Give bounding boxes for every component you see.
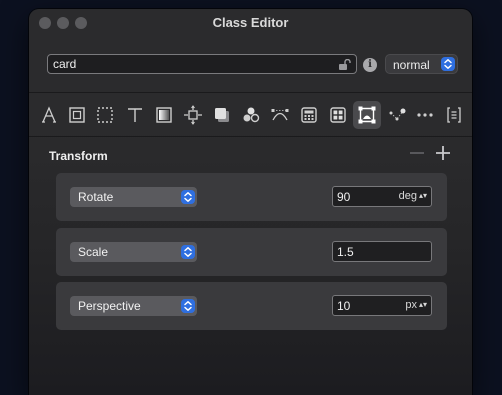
calculator-icon[interactable] bbox=[295, 101, 323, 129]
unit-stepper-icon: ▴▾ bbox=[418, 191, 427, 200]
perspective-value-field[interactable]: px▴▾ bbox=[332, 295, 432, 316]
section-title: Transform bbox=[49, 149, 108, 163]
shadow-icon[interactable] bbox=[208, 101, 236, 129]
node-dots-icon[interactable] bbox=[383, 101, 411, 129]
spacing-icon[interactable] bbox=[179, 101, 207, 129]
state-select-value: normal bbox=[393, 58, 430, 72]
class-name-field[interactable] bbox=[47, 54, 357, 74]
toolbar-divider-bottom bbox=[29, 136, 472, 137]
typography-a-icon[interactable] bbox=[35, 101, 63, 129]
property-row-scale: Scale bbox=[56, 228, 447, 276]
property-select-value: Scale bbox=[78, 245, 109, 259]
background-gradient-icon[interactable] bbox=[150, 101, 178, 129]
class-editor-window: Class Editor i normal bbox=[29, 9, 472, 395]
grid-layout-icon[interactable] bbox=[324, 101, 352, 129]
more-ellipsis-icon[interactable] bbox=[411, 101, 439, 129]
window-title: Class Editor bbox=[212, 15, 289, 30]
unit-select[interactable]: deg ▴▾ bbox=[399, 190, 427, 202]
property-row-perspective: Perspective px▴▾ bbox=[56, 282, 447, 330]
property-select-value: Perspective bbox=[78, 299, 141, 313]
unit-stepper-icon: ▴▾ bbox=[418, 300, 427, 309]
remove-property-button[interactable] bbox=[409, 145, 425, 161]
unit-label: deg bbox=[398, 190, 417, 202]
state-select[interactable]: normal bbox=[385, 54, 458, 74]
toolbar-divider-top bbox=[29, 92, 472, 93]
chevron-updown-icon bbox=[441, 57, 455, 71]
perspective-value-input[interactable] bbox=[333, 296, 392, 315]
property-select[interactable]: Perspective bbox=[70, 296, 197, 316]
class-name-input[interactable] bbox=[48, 55, 338, 73]
unit-select[interactable]: px ▴▾ bbox=[405, 299, 427, 311]
unit-label: px bbox=[405, 299, 417, 311]
property-row-rotate: Rotate deg▴▾ bbox=[56, 173, 447, 221]
scale-value-input[interactable] bbox=[333, 242, 392, 261]
path-curve-icon[interactable] bbox=[266, 101, 294, 129]
rotate-value-input[interactable] bbox=[333, 187, 392, 206]
chevron-updown-icon bbox=[181, 299, 195, 313]
circles-effects-icon[interactable] bbox=[237, 101, 265, 129]
box-frame-icon[interactable] bbox=[63, 101, 91, 129]
info-icon[interactable]: i bbox=[363, 58, 377, 72]
code-brackets-icon[interactable] bbox=[440, 101, 468, 129]
chevron-updown-icon bbox=[181, 245, 195, 259]
transform-icon[interactable] bbox=[353, 101, 381, 129]
title-bar: Class Editor bbox=[29, 9, 472, 37]
scale-value-field[interactable] bbox=[332, 241, 432, 262]
chevron-updown-icon bbox=[181, 190, 195, 204]
dashed-border-icon[interactable] bbox=[91, 101, 119, 129]
property-select[interactable]: Scale bbox=[70, 242, 197, 262]
add-property-button[interactable] bbox=[435, 145, 451, 161]
property-select-value: Rotate bbox=[78, 190, 114, 204]
unlock-icon[interactable] bbox=[338, 58, 352, 70]
text-t-icon[interactable] bbox=[121, 101, 149, 129]
rotate-value-field[interactable]: deg▴▾ bbox=[332, 186, 432, 207]
property-select[interactable]: Rotate bbox=[70, 187, 197, 207]
